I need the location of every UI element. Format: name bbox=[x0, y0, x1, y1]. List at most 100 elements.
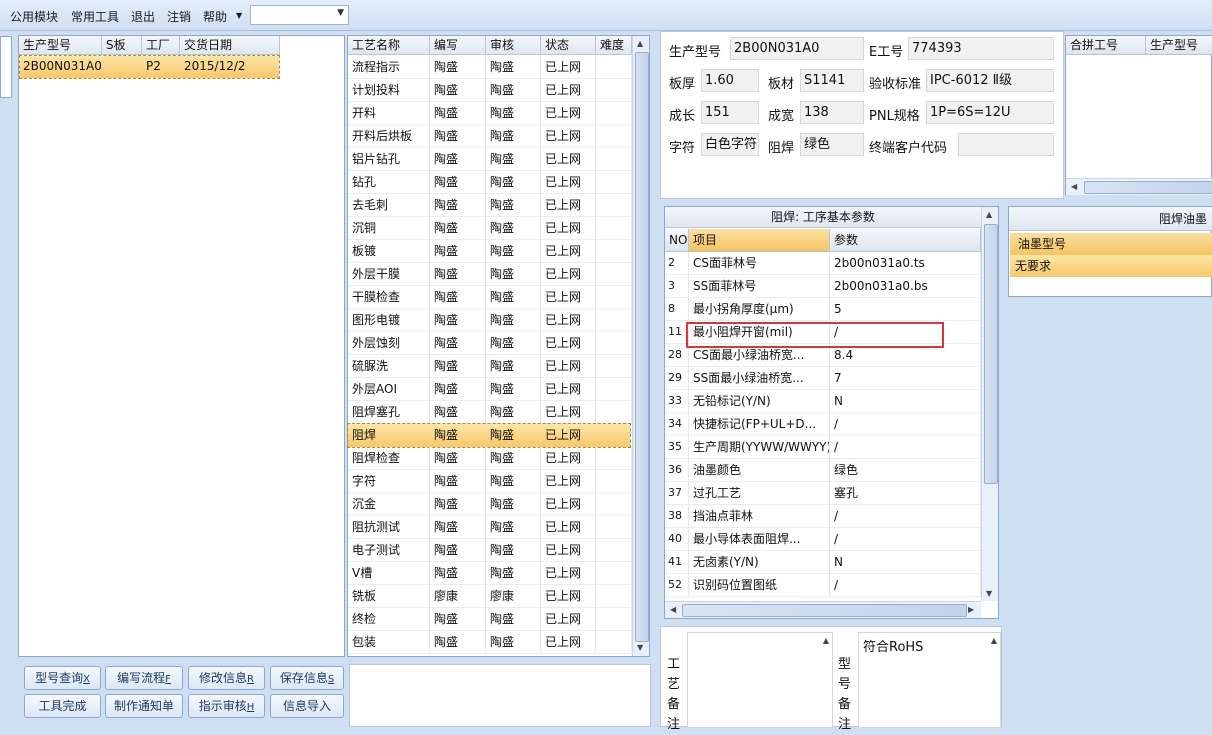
action-button[interactable]: 信息导入 bbox=[270, 694, 344, 718]
table-row[interactable]: 33 无铅标记(Y/N) N bbox=[665, 390, 981, 413]
table-row[interactable]: 钻孔 陶盛 陶盛 已上网 bbox=[348, 171, 632, 194]
table-row[interactable]: 干膜检查 陶盛 陶盛 已上网 bbox=[348, 286, 632, 309]
width-field[interactable]: 138 bbox=[800, 101, 864, 124]
table-row[interactable]: 铣板 廖康 廖康 已上网 bbox=[348, 585, 632, 608]
column-header[interactable]: 状态 bbox=[541, 36, 596, 55]
merge-header-no[interactable]: 合拼工号 bbox=[1066, 36, 1146, 55]
scroll-up-icon[interactable]: ▲ bbox=[823, 636, 829, 645]
table-row[interactable]: 41 无卤素(Y/N) N bbox=[665, 551, 981, 574]
menu-common-tools[interactable]: 常用工具 bbox=[71, 8, 119, 25]
scroll-left-icon[interactable]: ◀ bbox=[670, 605, 676, 614]
action-button[interactable]: 指示审核H bbox=[188, 694, 265, 718]
scroll-down-icon[interactable]: ▼ bbox=[637, 643, 643, 652]
table-row[interactable]: 8 最小拐角厚度(μm) 5 bbox=[665, 298, 981, 321]
action-button[interactable]: 工具完成 bbox=[24, 694, 101, 718]
table-row[interactable]: 开料后烘板 陶盛 陶盛 已上网 bbox=[348, 125, 632, 148]
column-header[interactable]: 交货日期 bbox=[180, 36, 280, 55]
scroll-down-icon[interactable]: ▼ bbox=[986, 589, 992, 598]
merge-header-model[interactable]: 生产型号 bbox=[1146, 36, 1212, 55]
table-row[interactable]: 37 过孔工艺 塞孔 bbox=[665, 482, 981, 505]
table-row[interactable]: 阻焊检查 陶盛 陶盛 已上网 bbox=[348, 447, 632, 470]
action-button[interactable]: 型号查询X bbox=[24, 666, 101, 690]
table-row[interactable]: 35 生产周期(YYWW/WWYY) / bbox=[665, 436, 981, 459]
pnl-field[interactable]: 1P=6S=12U bbox=[926, 101, 1054, 124]
model-notes-field[interactable]: 符合RoHS ▲ bbox=[858, 632, 1001, 728]
table-row[interactable]: 沉金 陶盛 陶盛 已上网 bbox=[348, 493, 632, 516]
column-header[interactable]: 难度 bbox=[596, 36, 632, 55]
ink-header[interactable]: 油墨型号 bbox=[1010, 233, 1212, 255]
character-field[interactable]: 白色字符 bbox=[701, 133, 759, 156]
params-vscrollbar[interactable]: ▲ ▼ bbox=[981, 207, 998, 601]
table-row[interactable]: 电子测试 陶盛 陶盛 已上网 bbox=[348, 539, 632, 562]
scroll-thumb[interactable] bbox=[1084, 181, 1212, 194]
length-field[interactable]: 151 bbox=[701, 101, 759, 124]
table-row[interactable]: 字符 陶盛 陶盛 已上网 bbox=[348, 470, 632, 493]
material-field[interactable]: S1141 bbox=[800, 69, 864, 92]
scroll-thumb[interactable] bbox=[682, 604, 967, 617]
table-row[interactable]: 40 最小导体表面阻焊... / bbox=[665, 528, 981, 551]
table-row[interactable]: 去毛刺 陶盛 陶盛 已上网 bbox=[348, 194, 632, 217]
table-row[interactable]: 包装 陶盛 陶盛 已上网 bbox=[348, 631, 632, 654]
ink-row[interactable]: 无要求 bbox=[1010, 255, 1212, 277]
table-row[interactable]: 阻焊塞孔 陶盛 陶盛 已上网 bbox=[348, 401, 632, 424]
table-row[interactable]: 34 快捷标记(FP+UL+D... / bbox=[665, 413, 981, 436]
soldermask-field[interactable]: 绿色 bbox=[800, 133, 864, 156]
action-button[interactable]: 制作通知单 bbox=[105, 694, 183, 718]
action-button[interactable]: 保存信息S bbox=[270, 666, 344, 690]
column-header[interactable]: S板 bbox=[102, 36, 142, 55]
scroll-thumb[interactable] bbox=[984, 224, 998, 484]
scroll-up-icon[interactable]: ▲ bbox=[986, 210, 992, 219]
table-row[interactable]: 铝片钻孔 陶盛 陶盛 已上网 bbox=[348, 148, 632, 171]
merge-list-hscrollbar[interactable]: ◀ bbox=[1066, 178, 1212, 195]
menu-exit[interactable]: 退出 bbox=[131, 8, 155, 25]
column-header[interactable]: 项目 bbox=[689, 229, 830, 252]
table-row[interactable]: 图形电镀 陶盛 陶盛 已上网 bbox=[348, 309, 632, 332]
help-dropdown-icon[interactable]: ▼ bbox=[236, 11, 242, 20]
table-row[interactable]: 硫脲洗 陶盛 陶盛 已上网 bbox=[348, 355, 632, 378]
table-row[interactable]: 阻焊 陶盛 陶盛 已上网 bbox=[347, 423, 631, 448]
table-row[interactable]: 3 SS面菲林号 2b00n031a0.bs bbox=[665, 275, 981, 298]
column-header[interactable]: 工厂 bbox=[142, 36, 180, 55]
action-button[interactable]: 编写流程F bbox=[105, 666, 183, 690]
scroll-thumb[interactable] bbox=[635, 52, 649, 642]
table-row[interactable]: 终检 陶盛 陶盛 已上网 bbox=[348, 608, 632, 631]
table-row[interactable]: 外层AOI 陶盛 陶盛 已上网 bbox=[348, 378, 632, 401]
scroll-up-icon[interactable]: ▲ bbox=[991, 636, 997, 645]
model-field[interactable]: 2B00N031A0 bbox=[730, 37, 864, 60]
table-row[interactable]: 板镀 陶盛 陶盛 已上网 bbox=[348, 240, 632, 263]
customer-code-field[interactable] bbox=[958, 133, 1054, 156]
menu-logout[interactable]: 注销 bbox=[167, 8, 191, 25]
column-header[interactable]: 参数 bbox=[830, 229, 981, 252]
column-header[interactable]: 工艺名称 bbox=[348, 36, 430, 55]
scroll-up-icon[interactable]: ▲ bbox=[637, 39, 643, 48]
scroll-left-icon[interactable]: ◀ bbox=[1071, 182, 1077, 191]
params-hscrollbar[interactable]: ◀ ▶ bbox=[665, 601, 981, 618]
menu-public-modules[interactable]: 公用模块 bbox=[10, 8, 58, 25]
table-row[interactable]: V槽 陶盛 陶盛 已上网 bbox=[348, 562, 632, 585]
table-row[interactable]: 沉铜 陶盛 陶盛 已上网 bbox=[348, 217, 632, 240]
column-header[interactable]: 生产型号 bbox=[19, 36, 102, 55]
table-row[interactable]: 阻抗测试 陶盛 陶盛 已上网 bbox=[348, 516, 632, 539]
table-row[interactable]: 外层蚀刻 陶盛 陶盛 已上网 bbox=[348, 332, 632, 355]
column-header[interactable]: 编写 bbox=[430, 36, 486, 55]
menu-combo-box[interactable]: ▼ bbox=[250, 5, 349, 25]
table-row[interactable]: 52 识别码位置图纸 / bbox=[665, 574, 981, 597]
table-row[interactable]: 36 油墨颜色 绿色 bbox=[665, 459, 981, 482]
table-row[interactable]: 38 挡油点菲林 / bbox=[665, 505, 981, 528]
process-list-scrollbar[interactable]: ▲ ▼ bbox=[632, 36, 649, 656]
table-row[interactable]: 流程指示 陶盛 陶盛 已上网 bbox=[348, 56, 632, 79]
standard-field[interactable]: IPC-6012 Ⅱ级 bbox=[926, 69, 1054, 92]
collapsed-side-tab[interactable] bbox=[0, 36, 12, 98]
scroll-right-icon[interactable]: ▶ bbox=[968, 605, 974, 614]
column-header[interactable]: NO bbox=[665, 229, 689, 252]
action-button[interactable]: 修改信息R bbox=[188, 666, 265, 690]
table-row[interactable]: 计划投料 陶盛 陶盛 已上网 bbox=[348, 79, 632, 102]
column-header[interactable]: 审核 bbox=[486, 36, 541, 55]
thickness-field[interactable]: 1.60 bbox=[701, 69, 759, 92]
table-row[interactable]: 外层干膜 陶盛 陶盛 已上网 bbox=[348, 263, 632, 286]
table-row[interactable]: 2 CS面菲林号 2b00n031a0.ts bbox=[665, 252, 981, 275]
table-row[interactable]: 2B00N031A0 P2 2015/12/2 bbox=[19, 55, 280, 79]
eno-field[interactable]: 774393 bbox=[908, 37, 1054, 60]
table-row[interactable]: 29 SS面最小绿油桥宽... 7 bbox=[665, 367, 981, 390]
table-row[interactable]: 开料 陶盛 陶盛 已上网 bbox=[348, 102, 632, 125]
